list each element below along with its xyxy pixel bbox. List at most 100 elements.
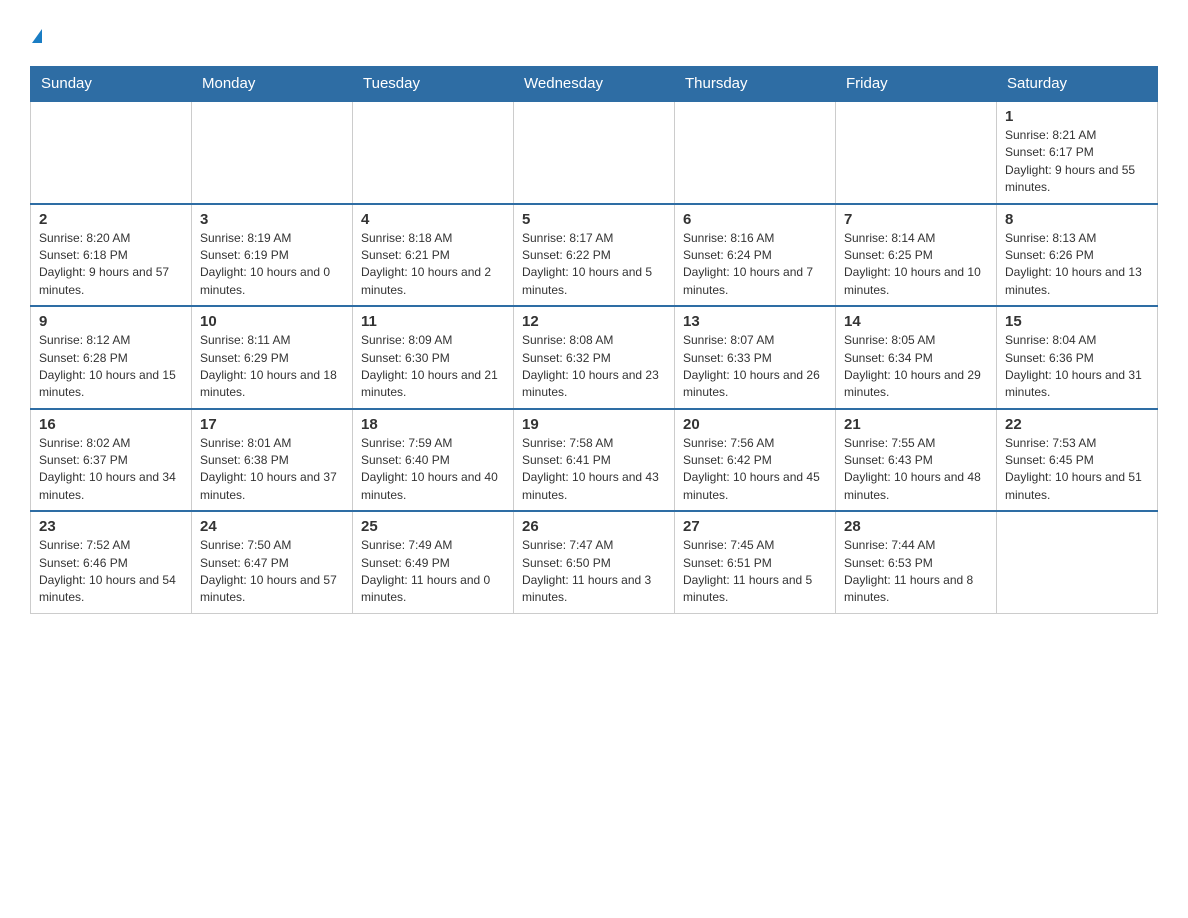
calendar-cell: 3 Sunrise: 8:19 AMSunset: 6:19 PMDaylight… [192, 204, 353, 307]
day-info: Sunrise: 7:47 AMSunset: 6:50 PMDaylight:… [522, 537, 666, 607]
day-number: 14 [844, 313, 988, 330]
day-info: Sunrise: 7:50 AMSunset: 6:47 PMDaylight:… [200, 537, 344, 607]
day-number: 26 [522, 518, 666, 535]
calendar-cell: 6 Sunrise: 8:16 AMSunset: 6:24 PMDaylight… [675, 204, 836, 307]
logo-line1 [30, 20, 42, 46]
calendar-cell: 21 Sunrise: 7:55 AMSunset: 6:43 PMDayligh… [836, 409, 997, 512]
day-info: Sunrise: 8:04 AMSunset: 6:36 PMDaylight:… [1005, 332, 1149, 402]
calendar-cell: 8 Sunrise: 8:13 AMSunset: 6:26 PMDaylight… [997, 204, 1158, 307]
weekday-header-sunday: Sunday [31, 67, 192, 102]
day-number: 21 [844, 416, 988, 433]
calendar-cell [353, 101, 514, 204]
day-number: 15 [1005, 313, 1149, 330]
calendar-cell: 28 Sunrise: 7:44 AMSunset: 6:53 PMDayligh… [836, 511, 997, 613]
day-info: Sunrise: 7:52 AMSunset: 6:46 PMDaylight:… [39, 537, 183, 607]
day-number: 10 [200, 313, 344, 330]
calendar-cell [31, 101, 192, 204]
day-number: 8 [1005, 211, 1149, 228]
weekday-header-monday: Monday [192, 67, 353, 102]
day-info: Sunrise: 8:16 AMSunset: 6:24 PMDaylight:… [683, 230, 827, 300]
day-info: Sunrise: 7:58 AMSunset: 6:41 PMDaylight:… [522, 435, 666, 505]
calendar-cell: 2 Sunrise: 8:20 AMSunset: 6:18 PMDaylight… [31, 204, 192, 307]
day-number: 4 [361, 211, 505, 228]
logo-triangle-icon [32, 29, 42, 43]
day-number: 12 [522, 313, 666, 330]
day-number: 28 [844, 518, 988, 535]
day-info: Sunrise: 8:07 AMSunset: 6:33 PMDaylight:… [683, 332, 827, 402]
calendar-cell: 27 Sunrise: 7:45 AMSunset: 6:51 PMDayligh… [675, 511, 836, 613]
day-info: Sunrise: 7:53 AMSunset: 6:45 PMDaylight:… [1005, 435, 1149, 505]
day-info: Sunrise: 7:45 AMSunset: 6:51 PMDaylight:… [683, 537, 827, 607]
day-info: Sunrise: 8:05 AMSunset: 6:34 PMDaylight:… [844, 332, 988, 402]
day-number: 9 [39, 313, 183, 330]
day-info: Sunrise: 8:01 AMSunset: 6:38 PMDaylight:… [200, 435, 344, 505]
weekday-header-friday: Friday [836, 67, 997, 102]
calendar-cell: 5 Sunrise: 8:17 AMSunset: 6:22 PMDaylight… [514, 204, 675, 307]
calendar-cell: 18 Sunrise: 7:59 AMSunset: 6:40 PMDayligh… [353, 409, 514, 512]
day-info: Sunrise: 8:19 AMSunset: 6:19 PMDaylight:… [200, 230, 344, 300]
day-info: Sunrise: 8:21 AMSunset: 6:17 PMDaylight:… [1005, 127, 1149, 197]
calendar-cell: 25 Sunrise: 7:49 AMSunset: 6:49 PMDayligh… [353, 511, 514, 613]
day-number: 16 [39, 416, 183, 433]
calendar-cell [675, 101, 836, 204]
day-info: Sunrise: 7:44 AMSunset: 6:53 PMDaylight:… [844, 537, 988, 607]
calendar-cell: 12 Sunrise: 8:08 AMSunset: 6:32 PMDayligh… [514, 306, 675, 409]
day-number: 3 [200, 211, 344, 228]
day-number: 19 [522, 416, 666, 433]
calendar-cell: 4 Sunrise: 8:18 AMSunset: 6:21 PMDaylight… [353, 204, 514, 307]
day-number: 13 [683, 313, 827, 330]
day-info: Sunrise: 7:55 AMSunset: 6:43 PMDaylight:… [844, 435, 988, 505]
day-number: 11 [361, 313, 505, 330]
weekday-header-tuesday: Tuesday [353, 67, 514, 102]
day-number: 2 [39, 211, 183, 228]
calendar-cell: 17Sunrise: 8:01 AMSunset: 6:38 PMDayligh… [192, 409, 353, 512]
week-row-5: 23Sunrise: 7:52 AMSunset: 6:46 PMDayligh… [31, 511, 1158, 613]
calendar-cell: 22 Sunrise: 7:53 AMSunset: 6:45 PMDayligh… [997, 409, 1158, 512]
day-info: Sunrise: 8:13 AMSunset: 6:26 PMDaylight:… [1005, 230, 1149, 300]
calendar-cell [192, 101, 353, 204]
day-info: Sunrise: 8:08 AMSunset: 6:32 PMDaylight:… [522, 332, 666, 402]
day-number: 18 [361, 416, 505, 433]
day-info: Sunrise: 8:14 AMSunset: 6:25 PMDaylight:… [844, 230, 988, 300]
day-number: 22 [1005, 416, 1149, 433]
week-row-3: 9 Sunrise: 8:12 AMSunset: 6:28 PMDaylight… [31, 306, 1158, 409]
calendar-cell: 23Sunrise: 7:52 AMSunset: 6:46 PMDayligh… [31, 511, 192, 613]
day-info: Sunrise: 8:20 AMSunset: 6:18 PMDaylight:… [39, 230, 183, 300]
day-number: 1 [1005, 108, 1149, 125]
weekday-header-thursday: Thursday [675, 67, 836, 102]
week-row-4: 16 Sunrise: 8:02 AMSunset: 6:37 PMDayligh… [31, 409, 1158, 512]
day-info: Sunrise: 7:59 AMSunset: 6:40 PMDaylight:… [361, 435, 505, 505]
day-info: Sunrise: 7:49 AMSunset: 6:49 PMDaylight:… [361, 537, 505, 607]
calendar-cell: 11 Sunrise: 8:09 AMSunset: 6:30 PMDayligh… [353, 306, 514, 409]
calendar-cell [836, 101, 997, 204]
day-info: Sunrise: 8:17 AMSunset: 6:22 PMDaylight:… [522, 230, 666, 300]
day-number: 5 [522, 211, 666, 228]
day-info: Sunrise: 8:18 AMSunset: 6:21 PMDaylight:… [361, 230, 505, 300]
calendar-cell: 13 Sunrise: 8:07 AMSunset: 6:33 PMDayligh… [675, 306, 836, 409]
calendar-cell: 9 Sunrise: 8:12 AMSunset: 6:28 PMDaylight… [31, 306, 192, 409]
day-info: Sunrise: 7:56 AMSunset: 6:42 PMDaylight:… [683, 435, 827, 505]
day-number: 6 [683, 211, 827, 228]
calendar-cell: 7 Sunrise: 8:14 AMSunset: 6:25 PMDaylight… [836, 204, 997, 307]
calendar-cell: 1 Sunrise: 8:21 AMSunset: 6:17 PMDaylight… [997, 101, 1158, 204]
weekday-header-saturday: Saturday [997, 67, 1158, 102]
weekday-header-wednesday: Wednesday [514, 67, 675, 102]
calendar-cell: 16 Sunrise: 8:02 AMSunset: 6:37 PMDayligh… [31, 409, 192, 512]
calendar-cell: 26 Sunrise: 7:47 AMSunset: 6:50 PMDayligh… [514, 511, 675, 613]
day-info: Sunrise: 8:02 AMSunset: 6:37 PMDaylight:… [39, 435, 183, 505]
day-info: Sunrise: 8:11 AMSunset: 6:29 PMDaylight:… [200, 332, 344, 402]
day-number: 7 [844, 211, 988, 228]
calendar-cell [514, 101, 675, 204]
page-header [30, 20, 1158, 46]
day-info: Sunrise: 8:12 AMSunset: 6:28 PMDaylight:… [39, 332, 183, 402]
calendar-cell [997, 511, 1158, 613]
calendar-cell: 15 Sunrise: 8:04 AMSunset: 6:36 PMDayligh… [997, 306, 1158, 409]
day-number: 27 [683, 518, 827, 535]
calendar-header-row: SundayMondayTuesdayWednesdayThursdayFrid… [31, 67, 1158, 102]
week-row-1: 1 Sunrise: 8:21 AMSunset: 6:17 PMDaylight… [31, 101, 1158, 204]
day-number: 25 [361, 518, 505, 535]
calendar-cell: 24 Sunrise: 7:50 AMSunset: 6:47 PMDayligh… [192, 511, 353, 613]
calendar-table: SundayMondayTuesdayWednesdayThursdayFrid… [30, 66, 1158, 614]
day-info: Sunrise: 8:09 AMSunset: 6:30 PMDaylight:… [361, 332, 505, 402]
day-number: 24 [200, 518, 344, 535]
